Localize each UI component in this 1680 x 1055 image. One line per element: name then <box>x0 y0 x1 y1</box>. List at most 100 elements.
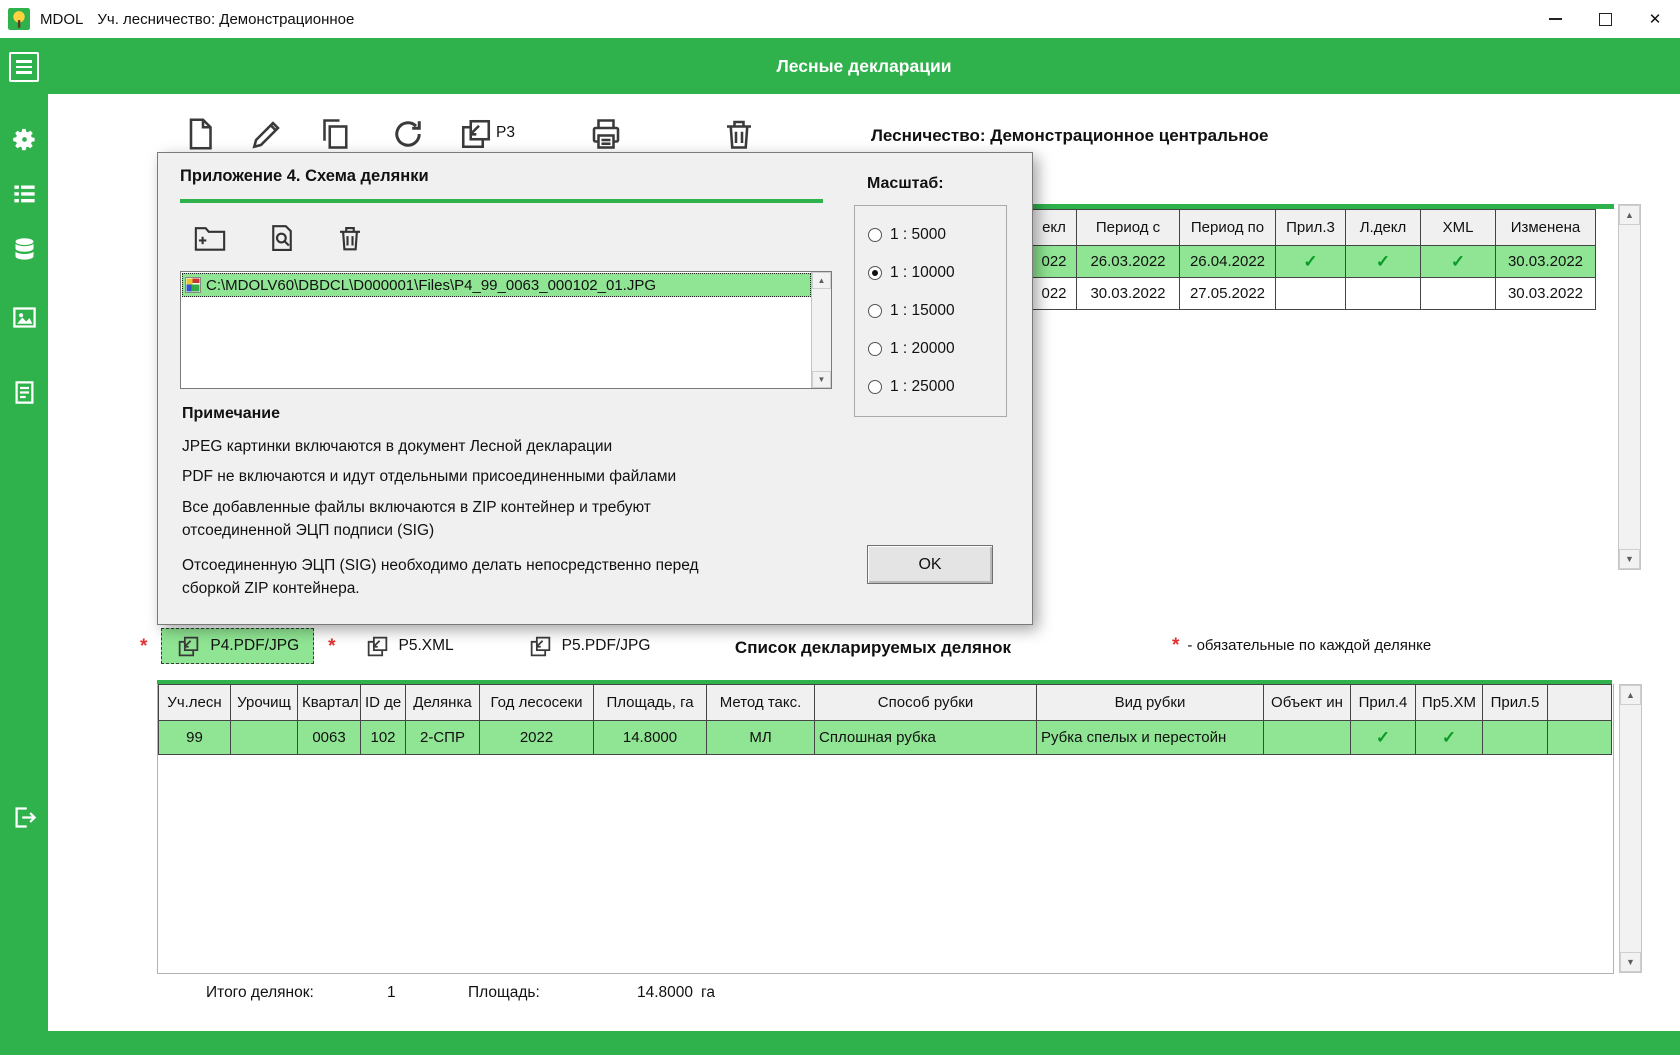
column-header[interactable]: Период с <box>1076 209 1180 246</box>
note-line: JPEG картинки включаются в документ Лесн… <box>182 438 613 455</box>
radio-icon <box>868 380 882 394</box>
scale-option[interactable]: 1 : 25000 <box>868 368 1006 406</box>
tab-label: P5.PDF/JPG <box>561 637 651 654</box>
preview-file-icon[interactable] <box>266 223 298 253</box>
close-button[interactable]: ✕ <box>1630 0 1680 38</box>
tab-p4-pdf-jpg[interactable]: P4.PDF/JPG <box>161 628 315 664</box>
file-listbox[interactable]: C:\MDOLV60\DBDCL\D000001\Files\P4_99_006… <box>180 271 832 389</box>
column-header[interactable]: Л.декл <box>1345 209 1421 246</box>
copy-icon[interactable] <box>317 116 353 152</box>
scroll-down-icon[interactable]: ▼ <box>1620 952 1641 972</box>
menu-button[interactable] <box>9 52 39 82</box>
settings-gear-icon[interactable] <box>11 126 38 153</box>
scale-option[interactable]: 1 : 10000 <box>868 254 1006 292</box>
scale-label: Масштаб: <box>867 175 944 192</box>
note-line: Все добавленные файлы включаются в ZIP к… <box>182 498 651 539</box>
minimize-button[interactable] <box>1530 0 1580 38</box>
cell: Сплошная рубка <box>814 720 1037 755</box>
delete-trash-icon[interactable] <box>721 116 757 152</box>
tab-p5-xml[interactable]: P5.XML <box>350 628 469 664</box>
maximize-button[interactable] <box>1580 0 1630 38</box>
window-copy-icon <box>179 636 199 656</box>
dialog-accent-bar <box>180 199 823 203</box>
cell: 99 <box>158 720 231 755</box>
radio-icon <box>868 342 882 356</box>
cell <box>1263 720 1351 755</box>
p3-report-label[interactable]: P3 <box>496 124 515 142</box>
cell: 26.03.2022 <box>1076 245 1180 278</box>
plots-table-scrollbar[interactable]: ▲ ▼ <box>1619 684 1642 973</box>
print-icon[interactable] <box>588 116 624 152</box>
dialog-title: Приложение 4. Схема делянки <box>180 167 429 185</box>
scroll-down-icon[interactable]: ▼ <box>812 371 831 388</box>
plots-table: Уч.лесн Урочищ Квартал ID де Делянка Год лесо… <box>157 684 1614 974</box>
add-file-folder-icon[interactable] <box>194 223 226 253</box>
table-row[interactable]: 022 30.03.2022 27.05.2022 30.03.2022 <box>1031 277 1596 310</box>
column-header[interactable]: Способ рубки <box>814 684 1037 721</box>
delete-file-trash-icon[interactable] <box>334 223 366 253</box>
totals-label: Итого делянок: <box>206 984 314 1001</box>
scale-option[interactable]: 1 : 5000 <box>868 216 1006 254</box>
table-row[interactable]: 022 26.03.2022 26.04.2022 ✓ ✓ ✓ 30.03.2022 <box>1031 245 1596 278</box>
column-header[interactable]: Урочищ <box>230 684 298 721</box>
scroll-up-icon[interactable]: ▲ <box>812 272 831 289</box>
image-icon[interactable] <box>11 304 38 331</box>
area-unit: га <box>701 984 715 1001</box>
column-header[interactable]: Прил.3 <box>1275 209 1346 246</box>
file-list-item[interactable]: C:\MDOLV60\DBDCL\D000001\Files\P4_99_006… <box>182 273 811 297</box>
column-header[interactable] <box>1547 684 1612 721</box>
exit-icon[interactable] <box>11 804 38 831</box>
minimize-icon <box>1548 18 1562 20</box>
column-header[interactable]: XML <box>1420 209 1496 246</box>
cell: 102 <box>360 720 406 755</box>
scroll-up-icon[interactable]: ▲ <box>1620 685 1641 705</box>
column-header[interactable]: Прил.4 <box>1350 684 1416 721</box>
refresh-icon[interactable] <box>390 116 426 152</box>
file-list-scrollbar[interactable]: ▲ ▼ <box>811 272 831 388</box>
edit-pencil-icon[interactable] <box>249 116 285 152</box>
notes-block: JPEG картинки включаются в документ Лесн… <box>182 435 747 608</box>
column-header[interactable]: екл <box>1031 209 1077 246</box>
column-header[interactable]: Изменена <box>1495 209 1596 246</box>
column-header[interactable]: Пр5.ХМ <box>1415 684 1483 721</box>
new-document-icon[interactable] <box>182 116 218 152</box>
column-header[interactable]: Делянка <box>405 684 480 721</box>
required-note: * - обязательные по каждой делянке <box>1172 636 1431 655</box>
declarations-table-scrollbar[interactable]: ▲ ▼ <box>1618 204 1641 570</box>
cell: 022 <box>1031 277 1077 310</box>
area-label: Площадь: <box>468 984 540 1001</box>
column-header[interactable]: Объект ин <box>1263 684 1351 721</box>
document-icon[interactable] <box>11 379 38 406</box>
column-header[interactable]: Уч.лесн <box>158 684 231 721</box>
required-marker: * <box>140 635 148 657</box>
column-header[interactable]: Прил.5 <box>1482 684 1548 721</box>
table-row[interactable]: 99 0063 102 2-СПР 2022 14.8000 МЛ Сплошная рубк… <box>158 720 1612 755</box>
tab-p5-pdf-jpg[interactable]: P5.PDF/JPG <box>513 628 666 664</box>
note-heading: Примечание <box>182 405 281 422</box>
scroll-down-icon[interactable]: ▼ <box>1619 549 1640 569</box>
page-title: Лесные декларации <box>776 55 952 76</box>
cell: 2022 <box>479 720 594 755</box>
column-header[interactable]: Площадь, га <box>593 684 707 721</box>
column-header[interactable]: Квартал <box>297 684 361 721</box>
column-header[interactable]: Период по <box>1179 209 1276 246</box>
scale-option[interactable]: 1 : 20000 <box>868 330 1006 368</box>
cell: 30.03.2022 <box>1495 245 1596 278</box>
list-icon[interactable] <box>11 181 38 208</box>
cell: 2-СПР <box>405 720 480 755</box>
checkmark-cell: ✓ <box>1275 245 1346 278</box>
window-copy-icon <box>367 636 387 656</box>
ok-button[interactable]: OK <box>867 545 993 584</box>
column-header[interactable]: Год лесосеки <box>479 684 594 721</box>
cell: МЛ <box>706 720 815 755</box>
column-header[interactable]: ID де <box>360 684 406 721</box>
scale-radio-group: 1 : 5000 1 : 10000 1 : 15000 1 : 20000 1 : 2… <box>854 205 1007 417</box>
column-header[interactable]: Вид рубки <box>1036 684 1264 721</box>
scale-option[interactable]: 1 : 15000 <box>868 292 1006 330</box>
scroll-up-icon[interactable]: ▲ <box>1619 205 1640 225</box>
note-line: PDF не включаются и идут отдельными прис… <box>182 468 677 486</box>
column-header[interactable]: Метод такс. <box>706 684 815 721</box>
database-icon[interactable] <box>11 236 38 263</box>
p3-report-icon[interactable] <box>458 116 494 152</box>
scale-option-label: 1 : 5000 <box>890 226 947 243</box>
